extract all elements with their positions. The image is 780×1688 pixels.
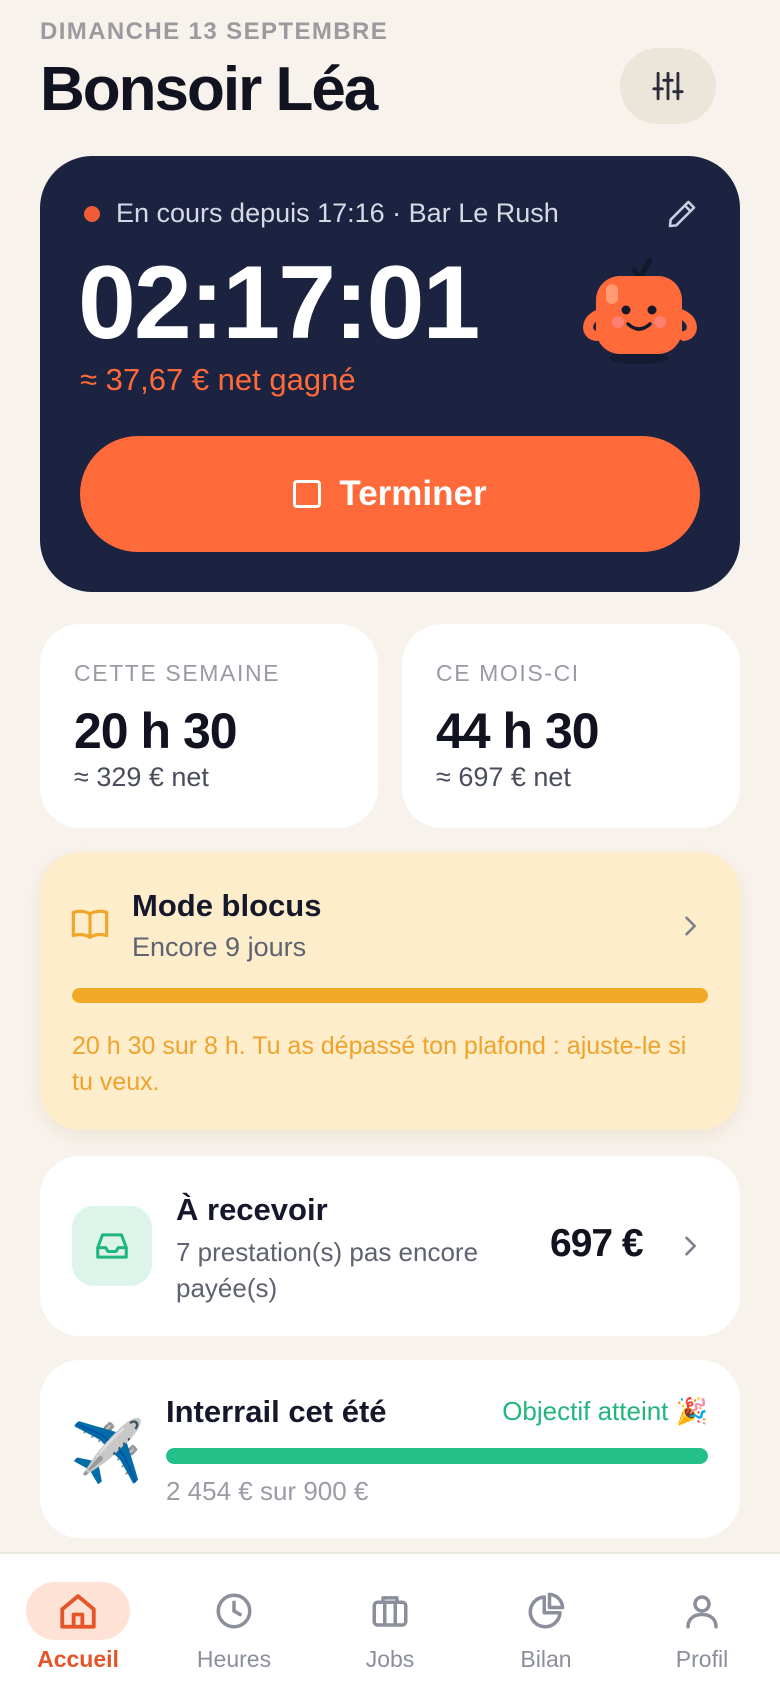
receivable-amount: 697 € [550,1222,644,1265]
inbox-icon [96,1233,128,1259]
goal-progress-bar [166,1448,708,1464]
book-icon [71,909,109,939]
tab-label: Jobs [365,1646,415,1672]
chevron-right-icon [685,916,696,936]
pencil-icon [668,200,696,228]
receivable-subtitle: 7 prestation(s) pas encore payée(s) [176,1237,479,1303]
bottom-tab-bar: Accueil Heures Jobs Bilan Profil [0,1552,780,1688]
tab-label: Accueil [37,1646,119,1672]
savings-goal-card[interactable]: ✈️ Interrail cet été Objectif atteint 🎉 … [40,1360,740,1538]
session-status: En cours depuis 17:16 · Bar Le Rush [116,198,559,228]
tab-label: Heures [196,1646,272,1672]
edit-session-button[interactable] [662,194,702,234]
session-earned: ≈ 37,67 € net gagné [80,362,356,397]
airplane-icon: ✈️ [70,1417,145,1487]
home-icon [60,1594,96,1629]
month-stats-card[interactable]: CE MOIS-CI 44 h 30 ≈ 697 € net [402,624,740,828]
orange-mascot-icon [576,248,706,378]
goal-status: Objectif atteint 🎉 [502,1396,708,1426]
week-stats-card[interactable]: CETTE SEMAINE 20 h 30 ≈ 329 € net [40,624,378,828]
finish-session-button[interactable]: Terminer [80,436,700,552]
clock-icon [216,1593,252,1629]
chevron-right-icon [685,1236,696,1256]
tab-heures[interactable]: Heures [156,1554,312,1688]
blocus-note: 20 h 30 sur 8 h. Tu as dépassé ton plafo… [72,1032,687,1096]
tab-label: Profil [675,1646,729,1672]
blocus-title: Mode blocus [132,888,322,923]
blocus-progress-bar [72,988,708,1003]
tab-bilan[interactable]: Bilan [468,1554,624,1688]
blocus-subtitle: Encore 9 jours [132,932,307,962]
month-hours: 44 h 30 [436,703,600,759]
tab-accueil[interactable]: Accueil [0,1554,156,1688]
blocus-mode-card[interactable]: Mode blocus Encore 9 jours 20 h 30 sur 8… [40,852,740,1130]
live-indicator [84,206,100,222]
settings-button[interactable] [620,48,716,124]
goal-amount: 2 454 € sur 900 € [166,1476,369,1506]
receivable-card[interactable]: À recevoir 7 prestation(s) pas encore pa… [40,1156,740,1336]
week-label: CETTE SEMAINE [74,660,281,686]
month-label: CE MOIS-CI [436,660,580,686]
stop-icon [293,480,322,508]
blocus-progress-fill [72,988,708,1003]
finish-button-label: Terminer [339,474,487,513]
month-net: ≈ 697 € net [436,762,571,792]
active-session-card: En cours depuis 17:16 · Bar Le Rush 02:1… [40,156,740,592]
tab-jobs[interactable]: Jobs [312,1554,468,1688]
tab-label: Bilan [520,1646,572,1672]
goal-title: Interrail cet été [166,1394,387,1429]
briefcase-icon [372,1596,408,1627]
goal-progress-fill [166,1448,708,1464]
tab-profil[interactable]: Profil [624,1554,780,1688]
week-net: ≈ 329 € net [74,762,209,792]
week-hours: 20 h 30 [74,703,238,759]
inbox-icon-badge [72,1206,152,1286]
pie-chart-icon [528,1592,565,1629]
greeting-title: Bonsoir Léa [40,55,378,124]
session-timer: 02:17:01 [78,245,480,361]
sliders-icon [652,71,684,101]
date-label: DIMANCHE 13 SEPTEMBRE [40,18,389,45]
user-icon [686,1595,718,1629]
receivable-title: À recevoir [176,1192,328,1227]
